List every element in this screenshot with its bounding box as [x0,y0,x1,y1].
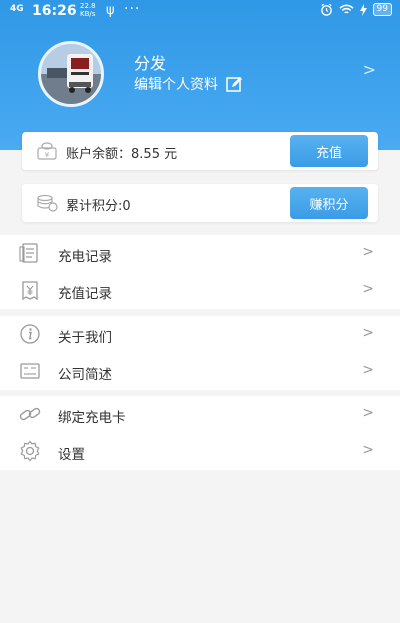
balance-unit: 元 [164,147,178,162]
chevron-right-icon: > [362,442,374,458]
balance-amount: 8.55 [131,147,160,162]
menu-item-label: 关于我们 [58,330,112,346]
speed-unit: KB/s [80,10,96,18]
wallet-yen-icon: ¥ [37,142,57,160]
charging-icon [359,3,367,16]
menu-item-charge-records[interactable]: 充电记录 > [0,235,400,272]
balance-text: 账户余额：8.55 元 [66,143,177,162]
menu-item-about-us[interactable]: 关于我们 > [0,316,400,353]
menu-item-recharge-records[interactable]: 充值记录 > [0,272,400,309]
document-list-icon [19,243,38,263]
points-label: 累计积分: [66,199,123,214]
balance-card: ¥ 账户余额：8.55 元 充值 [22,132,378,170]
menu-item-settings[interactable]: 设置 > [0,433,400,470]
network-indicator: 4G [10,4,24,14]
profile-header: 4G 16:26 22.8 KB/s ψ ··· 99 分发 编辑个人资料 > [0,0,400,150]
avatar-image [41,44,101,104]
network-speed: 22.8 KB/s [80,2,96,18]
menu-group-records: 充电记录 > 充值记录 > [0,235,400,309]
link-icon [19,407,41,421]
chevron-right-icon: > [362,405,374,421]
menu-item-company-intro[interactable]: 公司简述 > [0,353,400,390]
menu-item-label: 公司简述 [58,367,112,383]
avatar[interactable] [38,41,104,107]
svg-text:¥: ¥ [45,151,50,159]
recharge-button[interactable]: 充值 [290,135,368,167]
points-card: 累计积分:0 赚积分 [22,184,378,222]
chevron-right-icon: > [362,325,374,341]
wifi-icon [338,4,354,13]
menu-item-label: 充电记录 [58,249,112,265]
status-right: 99 [320,3,392,16]
info-icon [20,324,40,344]
earn-points-button[interactable]: 赚积分 [290,187,368,219]
profile-name: 分发 [134,54,167,73]
edit-profile-link[interactable]: 编辑个人资料 [134,74,243,94]
balance-label: 账户余额： [66,147,132,162]
edit-icon [226,76,242,92]
points-value: 0 [122,199,131,214]
company-card-icon [20,363,40,379]
battery-icon: 99 [372,3,392,16]
receipt-yen-icon [22,281,38,301]
menu-item-label: 绑定充电卡 [58,410,126,426]
menu-item-label: 充值记录 [58,286,112,302]
menu-item-bind-card[interactable]: 绑定充电卡 > [0,396,400,433]
chevron-right-icon[interactable]: > [363,60,376,79]
chevron-right-icon: > [362,362,374,378]
chevron-right-icon: > [362,244,374,260]
gear-icon [20,440,40,462]
points-text: 累计积分:0 [66,195,131,214]
chevron-right-icon: > [362,281,374,297]
status-bar: 4G 16:26 22.8 KB/s ψ ··· 99 [0,0,400,24]
menu-group-about: 关于我们 > 公司简述 > [0,316,400,390]
menu-group-settings: 绑定充电卡 > 设置 > [0,396,400,470]
alarm-icon [320,3,332,16]
more-notifications-icon: ··· [124,1,141,17]
status-time: 16:26 [32,3,77,19]
usb-icon: ψ [106,3,115,18]
menu-item-label: 设置 [58,447,85,463]
coins-icon [37,194,58,212]
edit-profile-label: 编辑个人资料 [134,77,218,93]
speed-value: 22.8 [80,2,96,10]
